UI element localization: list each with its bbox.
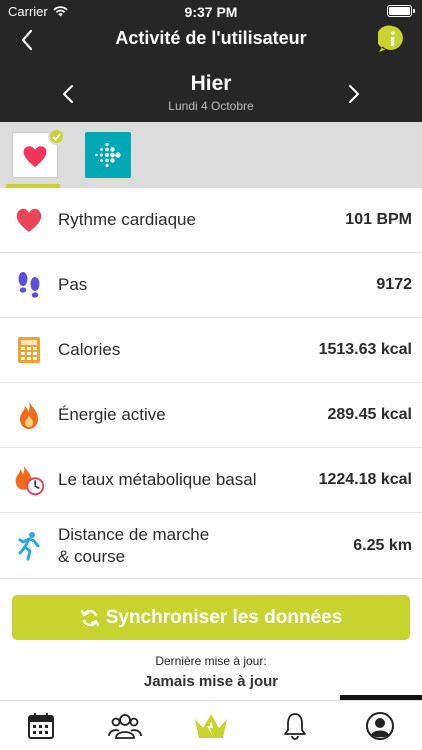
source-apple-health[interactable] — [12, 128, 65, 178]
metric-row-walking-running-distance[interactable]: Distance de marche & course 6.25 km — [0, 513, 422, 579]
metric-label: Distance de marche & course — [58, 524, 209, 568]
tab-community[interactable] — [105, 709, 145, 743]
back-button[interactable] — [12, 25, 42, 55]
metric-label: Énergie active — [58, 405, 166, 424]
metrics-list: Rythme cardiaque 101 BPM Pas 9172 Calori… — [0, 188, 422, 579]
info-icon — [376, 25, 403, 52]
metric-row-basal-metabolic-rate[interactable]: Le taux métabolique basal 1224.18 kcal — [0, 448, 422, 513]
group-icon — [108, 714, 142, 739]
sync-button-label: Synchroniser les données — [105, 606, 343, 628]
profile-icon — [366, 712, 394, 740]
source-selector — [0, 122, 422, 188]
metric-row-calories[interactable]: Calories 1513.63 kcal — [0, 318, 422, 383]
chevron-left-icon — [21, 29, 33, 51]
calendar-icon — [28, 713, 54, 739]
calculator-icon — [13, 334, 45, 366]
date-selector: Hier Lundi 4 Octobre — [0, 66, 422, 116]
metric-value: 6.25 km — [353, 536, 412, 554]
header-bar: Carrier 9:37 PM Activité de l'utilisateu… — [0, 0, 422, 122]
nav-row: Activité de l'utilisateur — [0, 22, 422, 56]
metric-value: 101 BPM — [345, 211, 412, 228]
metric-value: 289.45 kcal — [327, 406, 412, 423]
checkmark-icon — [48, 128, 65, 145]
tab-notifications[interactable] — [275, 709, 315, 743]
sync-data-button[interactable]: Synchroniser les données — [12, 595, 410, 640]
info-button[interactable] — [376, 25, 406, 53]
bell-icon — [284, 713, 306, 740]
metric-value: 1224.18 kcal — [318, 471, 412, 488]
metric-row-heart-rate[interactable]: Rythme cardiaque 101 BPM — [0, 188, 422, 253]
last-update-value: Jamais mise à jour — [143, 673, 279, 690]
metric-label: Rythme cardiaque — [58, 210, 196, 229]
metric-label-line1: Distance de marche — [58, 524, 210, 544]
tab-home[interactable] — [191, 709, 231, 743]
source-fitbit[interactable] — [85, 132, 131, 178]
metric-value: 1513.63 kcal — [318, 341, 412, 358]
battery-icon — [387, 5, 415, 17]
tab-calendar[interactable] — [21, 709, 61, 743]
metric-row-steps[interactable]: Pas 9172 — [0, 253, 422, 318]
flame-clock-icon — [13, 464, 45, 496]
tab-bar — [0, 700, 422, 750]
metric-label: Pas — [58, 275, 88, 294]
runner-icon — [13, 530, 45, 562]
fitbit-logo-icon — [95, 142, 121, 168]
page-title: Activité de l'utilisateur — [115, 28, 307, 48]
metric-label: Le taux métabolique basal — [58, 470, 257, 489]
footsteps-icon — [13, 269, 45, 301]
metric-label: Calories — [58, 340, 121, 359]
flame-icon — [13, 399, 45, 431]
crown-icon — [195, 714, 227, 738]
metric-row-active-energy[interactable]: Énergie active 289.45 kcal — [0, 383, 422, 448]
sync-icon — [80, 609, 99, 626]
status-bar: Carrier 9:37 PM — [0, 0, 422, 24]
tab-profile[interactable] — [360, 709, 400, 743]
next-day-button[interactable] — [342, 82, 366, 106]
metric-value: 9172 — [376, 276, 412, 293]
chevron-right-icon — [349, 85, 359, 103]
heart-icon — [13, 204, 45, 236]
status-time: 9:37 PM — [184, 4, 238, 20]
last-update-label: Dernière mise à jour: — [155, 654, 267, 668]
metric-label-line2: & course — [58, 546, 126, 566]
